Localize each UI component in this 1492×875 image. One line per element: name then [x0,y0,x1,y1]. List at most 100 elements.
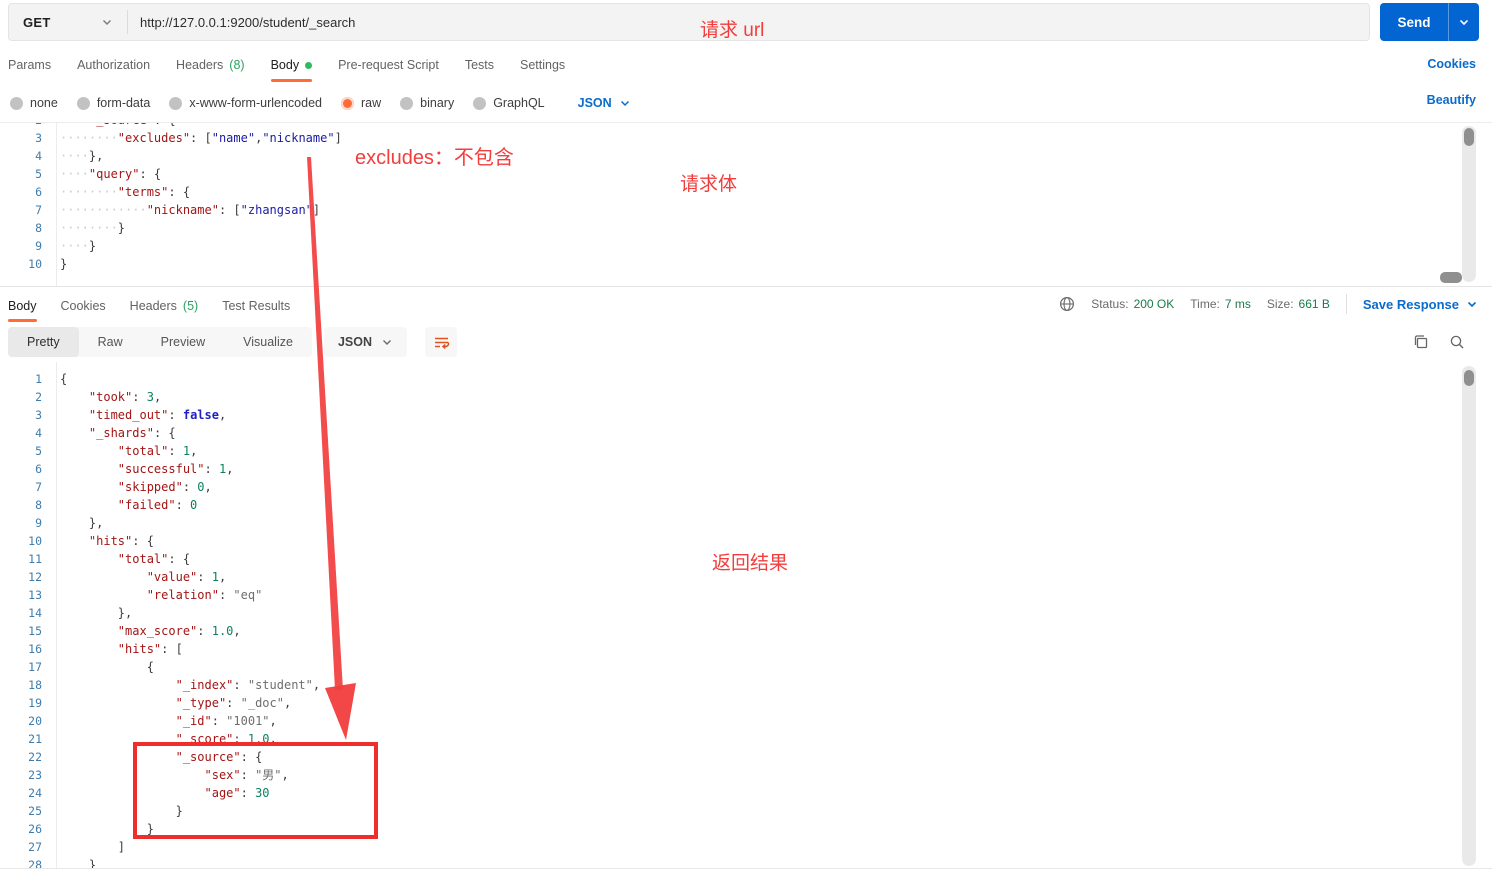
tab-count-badge: (5) [182,299,199,313]
time-pair: Time: 7 ms [1190,297,1251,311]
tab-label: Authorization [77,58,151,72]
annotation-excludes: excludes：不包含 [355,147,514,169]
code-line: 4 "_shards": { [0,424,1492,442]
tab-tests[interactable]: Tests [465,48,494,82]
time-label: Time: [1190,297,1220,311]
time-value: 7 ms [1224,297,1251,311]
request-editor-scrollbar[interactable] [1462,126,1476,282]
request-language-select[interactable]: JSON [578,96,631,110]
cookies-link[interactable]: Cookies [1427,57,1476,71]
send-options-chevron-icon[interactable] [1449,3,1479,41]
line-number: 7 [35,203,42,217]
code-line: 4 ····}, [0,147,1492,165]
tab-count-badge: (8) [229,58,245,72]
request-editor-hscrollbar-thumb[interactable] [1440,272,1462,283]
tab-body[interactable]: Body [270,48,313,82]
code-line: 9 ····} [0,237,1492,255]
tab-label: Headers [176,58,224,72]
send-button-label[interactable]: Send [1380,3,1449,41]
line-number: 9 [35,516,42,530]
tab-body[interactable]: Body [8,290,37,322]
request-language-label: JSON [577,96,612,110]
line-number: 8 [35,498,42,512]
body-type-binary[interactable]: binary [400,96,454,110]
line-number: 5 [35,167,42,181]
save-response-button[interactable]: Save Response [1363,297,1478,312]
annotation-request-url: 请求 url [700,20,765,41]
code-line: 28 } [0,856,1492,869]
tab-authorization[interactable]: Authorization [77,48,150,82]
body-type-form-data[interactable]: form-data [76,96,150,110]
line-number: 23 [28,768,42,782]
code-line: 13 "relation": "eq" [0,586,1492,604]
line-number: 10 [28,257,42,271]
method-label: GET [23,14,51,30]
response-view-toolbar: Pretty Raw Preview Visualize JSON [8,327,457,357]
code-line: 6 "successful": 1, [0,460,1492,478]
send-button[interactable]: Send [1380,3,1479,41]
size-value: 661 B [1298,297,1330,311]
code-line: 8 "failed": 0 [0,496,1492,514]
line-number: 3 [35,408,42,422]
response-scrollbar[interactable] [1462,366,1476,866]
line-number: 24 [28,786,42,800]
line-number: 2 [0,123,42,129]
code-line: 7 "skipped": 0, [0,478,1492,496]
tab-headers[interactable]: Headers (8) [176,48,245,82]
tab-cookies[interactable]: Cookies [61,290,106,322]
tab-settings[interactable]: Settings [520,48,565,82]
annotation-response-result: 返回结果 [712,553,789,574]
request-editor-scrollbar-thumb[interactable] [1464,128,1474,146]
url-bar: GET http://127.0.0.1:9200/student/_searc… [8,3,1370,41]
line-number: 6 [35,462,42,476]
code-line: 8 ········} [0,219,1492,237]
code-line: 2 "took": 3, [0,388,1492,406]
line-number: 3 [35,131,42,145]
line-number: 6 [35,185,42,199]
tab-pre-request-script[interactable]: Pre-request Script [338,48,439,82]
view-preview[interactable]: Preview [142,327,224,357]
code-line: 9 }, [0,514,1492,532]
body-type-none[interactable]: none [10,96,58,110]
response-scrollbar-thumb[interactable] [1464,370,1474,386]
line-number: 28 [28,858,42,869]
line-number: 13 [28,588,42,602]
code-line: 27 ] [0,838,1492,856]
code-line: 16 "hits": [ [0,640,1492,658]
view-visualize[interactable]: Visualize [224,327,312,357]
line-number: 10 [28,534,42,548]
request-tabs: Params Authorization Headers (8) Body Pre-req… [0,48,1492,82]
body-type-graphql[interactable]: GraphQL [473,96,545,110]
radio-icon [169,96,183,110]
line-number: 21 [28,732,42,746]
body-type-x-www-form-urlencoded[interactable]: x-www-form-urlencoded [169,96,322,110]
line-number: 26 [28,822,42,836]
code-line: 7 ············"nickname": ["zhangsan"] [0,201,1492,219]
code-line: 1{ [0,370,1492,388]
tab-label: Params [8,58,52,72]
chevron-down-icon [1466,298,1478,310]
beautify-link[interactable]: Beautify [1427,93,1476,107]
view-raw[interactable]: Raw [79,327,142,357]
copy-response-button[interactable] [1412,333,1430,351]
tab-params[interactable]: Params [8,48,51,82]
search-response-button[interactable] [1448,333,1466,351]
line-number: 1 [35,372,42,386]
request-body-editor[interactable]: 2····"_source": {3········"excludes": ["… [0,122,1492,287]
response-language-select[interactable]: JSON [323,327,407,357]
method-select[interactable]: GET [9,4,127,40]
radio-icon [341,96,354,110]
tab-label: Settings [520,58,566,72]
tab-label: Test Results [222,299,291,313]
body-type-raw[interactable]: raw [341,96,381,110]
tab-label: Pre-request Script [338,58,439,72]
tab-headers[interactable]: Headers (5) [130,290,199,322]
line-number: 2 [35,390,42,404]
divider [1345,294,1347,314]
radio-icon [473,96,487,110]
tab-test-results[interactable]: Test Results [222,290,290,322]
view-pretty[interactable]: Pretty [8,327,79,357]
code-line: 15 "max_score": 1.0, [0,622,1492,640]
wrap-text-button[interactable] [425,327,457,357]
line-number: 8 [35,221,42,235]
